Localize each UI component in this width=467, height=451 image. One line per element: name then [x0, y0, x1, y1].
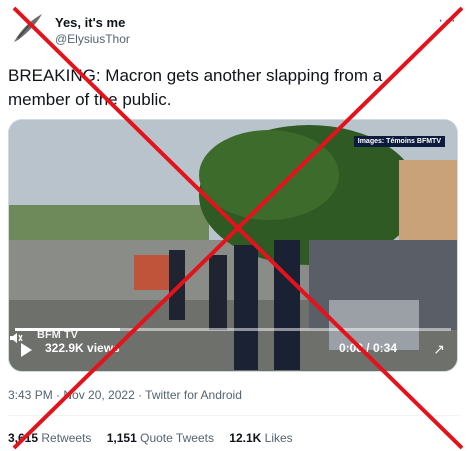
- avatar[interactable]: [8, 8, 48, 48]
- tweet-text: BREAKING: Macron gets another slapping f…: [8, 66, 383, 109]
- tweet-timestamp[interactable]: 3:43 PM · Nov 20, 2022 · Twitter for And…: [8, 388, 242, 402]
- video-controls: 322.9K views 0:08 / 0:34 ↗: [9, 331, 457, 371]
- display-name[interactable]: Yes, it's me: [55, 15, 125, 30]
- volume-icon[interactable]: [9, 331, 23, 345]
- retweets-stat[interactable]: 3,615 Retweets: [8, 431, 91, 445]
- likes-stat[interactable]: 12.1K Likes: [229, 431, 292, 445]
- tweet-stats: 3,615 Retweets 1,151 Quote Tweets 12.1K …: [8, 431, 305, 445]
- video-credit: Images: Témoins BFMTV: [353, 136, 445, 147]
- divider: [8, 415, 459, 416]
- avatar-feather-icon: [14, 14, 42, 42]
- user-handle[interactable]: @ElysiusThor: [55, 32, 130, 46]
- more-icon[interactable]: ···: [438, 12, 457, 30]
- view-count: 322.9K views: [45, 341, 120, 355]
- play-icon[interactable]: [21, 343, 32, 357]
- fullscreen-icon[interactable]: ↗: [433, 341, 445, 358]
- video-time: 0:08 / 0:34: [338, 341, 397, 355]
- tweet-header: Yes, it's me @ElysiusThor ···: [8, 8, 459, 48]
- quote-tweets-stat[interactable]: 1,151 Quote Tweets: [107, 431, 214, 445]
- video-player[interactable]: Images: Témoins BFMTV BFM TV 322.9K view…: [8, 119, 458, 372]
